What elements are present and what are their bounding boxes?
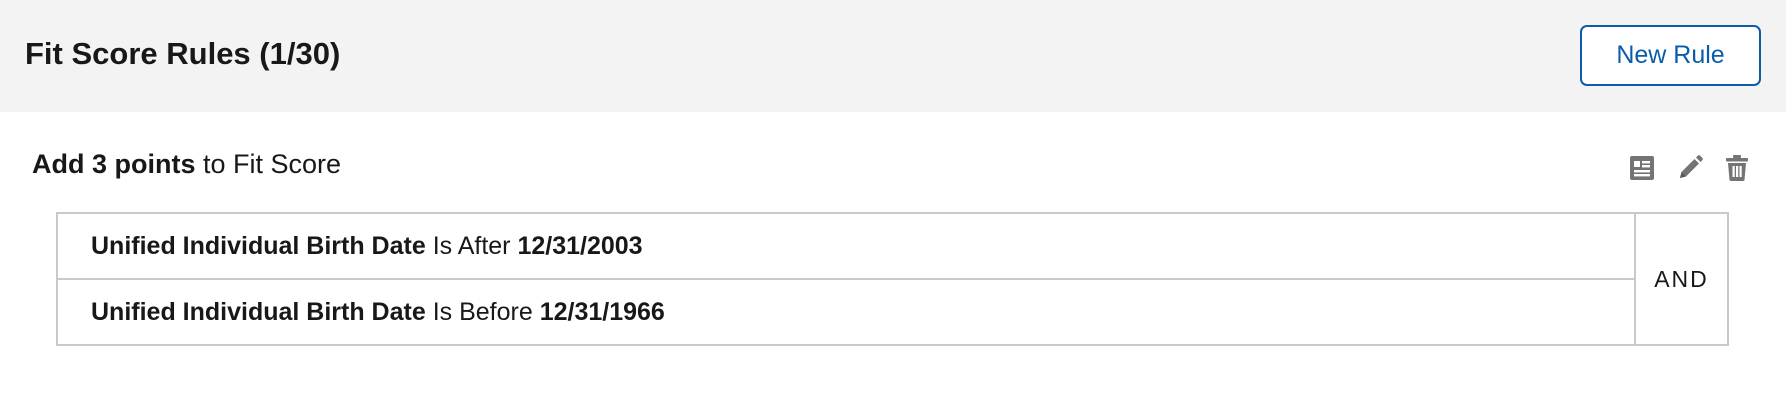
condition-row: Unified Individual Birth Date Is After 1…: [58, 214, 1634, 280]
condition-value: 12/31/2003: [517, 232, 643, 260]
new-rule-button[interactable]: New Rule: [1580, 25, 1761, 86]
page-title: Fit Score Rules (1/30): [25, 36, 341, 71]
edit-button[interactable]: [1674, 152, 1706, 184]
fit-score-rules-page: Fit Score Rules (1/30) New Rule Add 3 po…: [0, 0, 1786, 402]
rule-summary: Add 3 points to Fit Score: [32, 147, 341, 181]
delete-icon: [1726, 155, 1748, 181]
rule-points: Add 3 points: [32, 149, 196, 179]
condition-operator: Is After: [425, 232, 518, 260]
condition-field: Unified Individual Birth Date: [91, 232, 426, 260]
page-header: Fit Score Rules (1/30) New Rule: [0, 0, 1786, 112]
condition-field: Unified Individual Birth Date: [91, 298, 426, 326]
logic-operator: AND: [1654, 265, 1709, 292]
condition-list: Unified Individual Birth Date Is After 1…: [58, 214, 1636, 344]
rule-conditions: Unified Individual Birth Date Is After 1…: [56, 212, 1729, 346]
details-button[interactable]: [1626, 152, 1658, 184]
condition-value: 12/31/1966: [539, 298, 665, 326]
details-icon: [1630, 156, 1654, 180]
delete-button[interactable]: [1721, 152, 1753, 184]
rule-target: to Fit Score: [195, 149, 342, 179]
edit-icon: [1680, 155, 1703, 178]
condition-row: Unified Individual Birth Date Is Before …: [58, 280, 1634, 344]
condition-operator: Is Before: [425, 298, 540, 326]
